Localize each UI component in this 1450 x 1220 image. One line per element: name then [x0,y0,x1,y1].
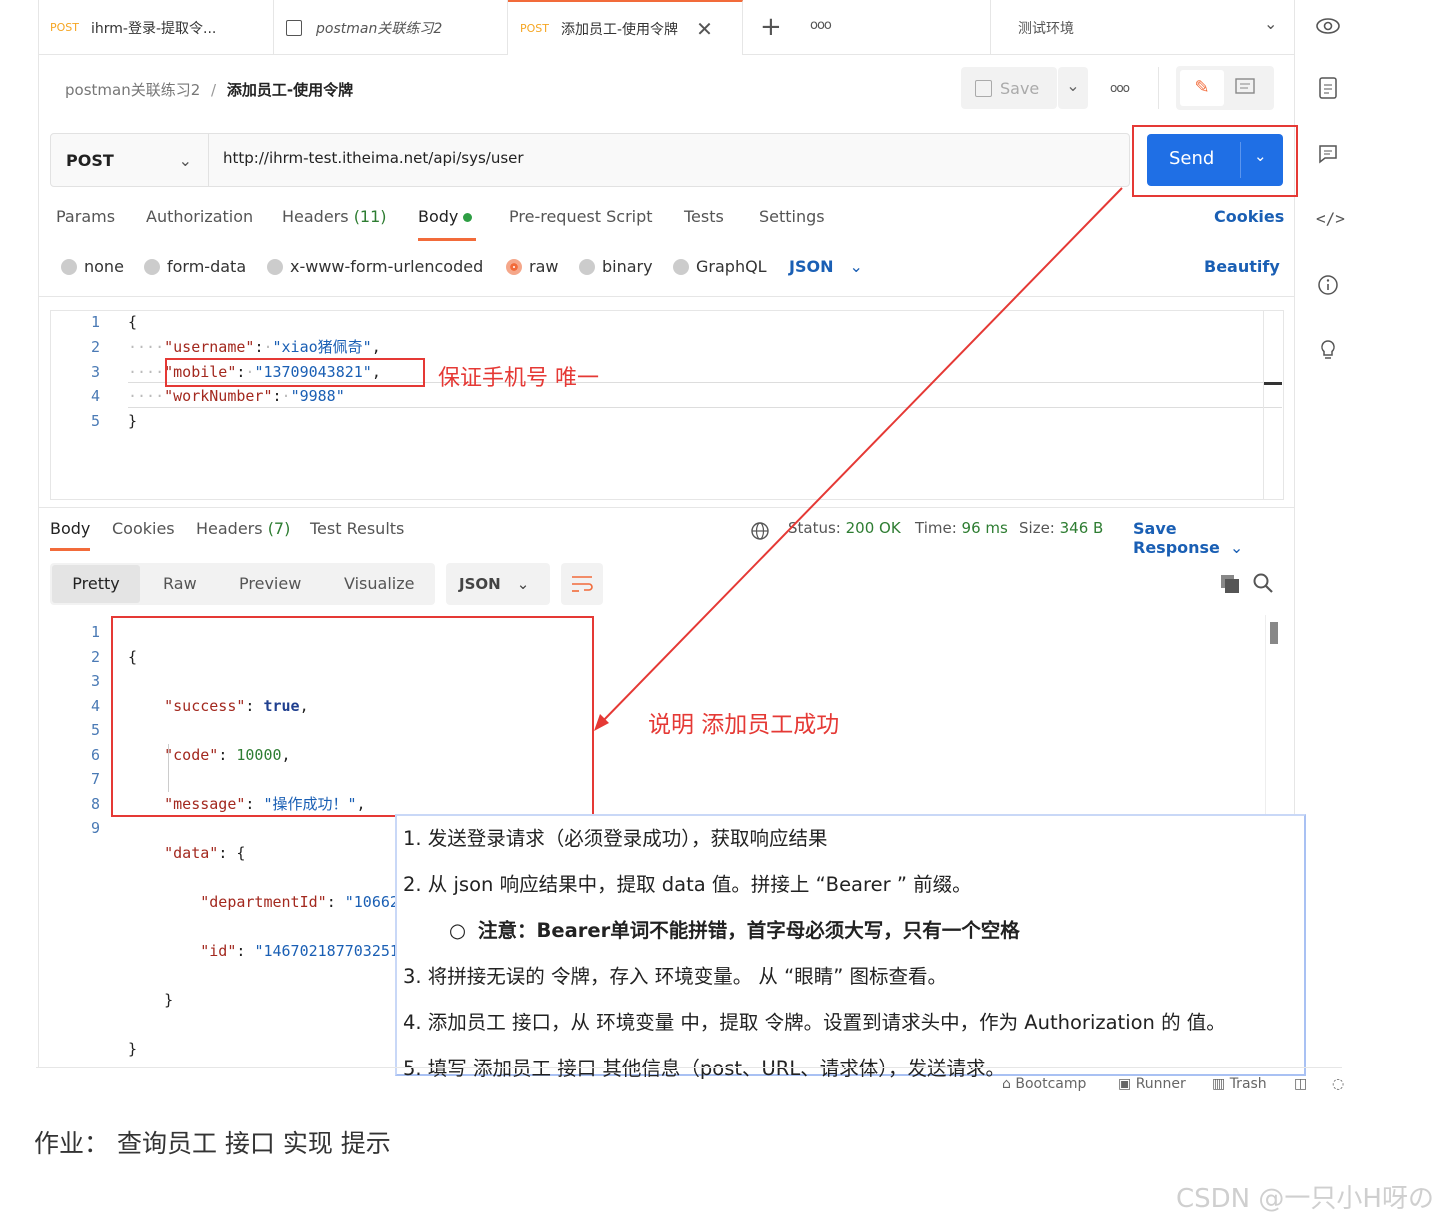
homework-text: 作业： 查询员工 接口 实现 提示 [34,1129,391,1158]
left-border [38,0,39,1068]
note-step-3: 3. 将拼接无误的 令牌，存入 环境变量。 从 “眼睛” 图标查看。 [403,965,948,988]
note-step-2-sub: ○ 注意：Bearer单词不能拼错，首字母必须大写，只有一个空格 [449,919,1020,942]
note-step-1: 1. 发送登录请求（必须登录成功），获取响应结果 [403,827,828,850]
watermark: CSDN @一只小H呀の [1176,1184,1434,1214]
layout-icon[interactable]: ◫ [1294,1076,1307,1092]
bootcamp-link[interactable]: ⌂ Bootcamp [1002,1076,1086,1092]
note-step-4: 4. 添加员工 接口，从 环境变量 中，提取 令牌。设置到请求头中，作为 Aut… [403,1011,1226,1034]
footer-divider [36,1067,1342,1068]
trash-link[interactable]: ▥ Trash [1212,1076,1267,1092]
trash-icon: ▥ [1212,1076,1226,1092]
status-bar: ⌂ Bootcamp ▣ Runner ▥ Trash ◫ ◌ [0,1076,1350,1098]
bootcamp-icon: ⌂ [1002,1076,1011,1092]
runner-link[interactable]: ▣ Runner [1118,1076,1186,1092]
runner-icon: ▣ [1118,1076,1132,1092]
notes-box: 1. 发送登录请求（必须登录成功），获取响应结果 2. 从 json 响应结果中… [395,814,1306,1080]
note-step-2: 2. 从 json 响应结果中，提取 data 值。拼接上 “Bearer ” … [403,873,972,896]
help-icon[interactable]: ◌ [1332,1076,1344,1092]
